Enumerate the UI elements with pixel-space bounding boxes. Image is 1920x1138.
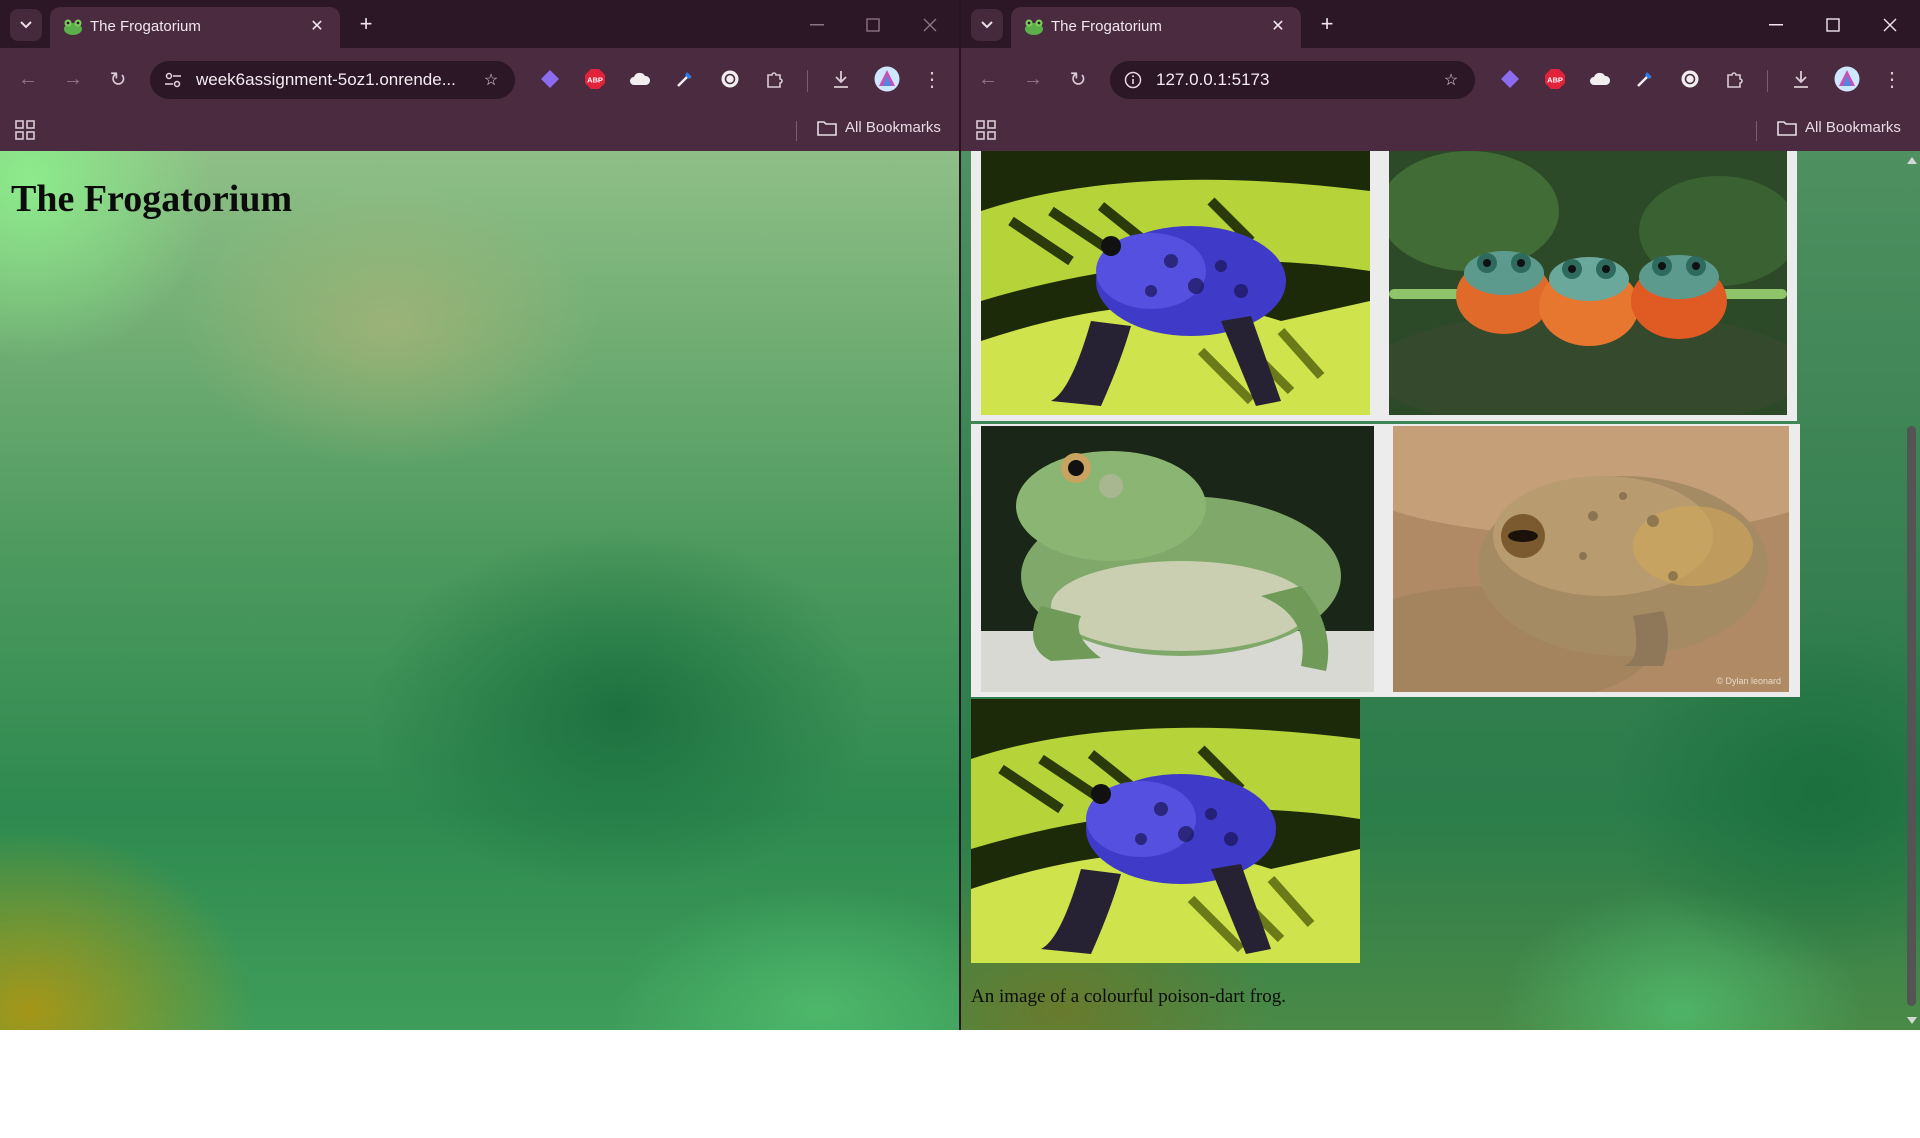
gallery-image-green-tree-frog[interactable] <box>981 426 1374 692</box>
all-bookmarks-button[interactable]: All Bookmarks <box>817 119 941 136</box>
address-bar[interactable]: week6assignment-5oz1.onrende... ☆ <box>150 61 515 99</box>
folder-icon <box>1777 120 1797 136</box>
folder-icon <box>817 120 837 136</box>
menu-kebab-icon[interactable]: ⋮ <box>1876 63 1908 95</box>
tab-search-button[interactable] <box>971 9 1003 41</box>
apps-grid-icon[interactable] <box>975 119 997 141</box>
address-bar[interactable]: 127.0.0.1:5173 ☆ <box>1110 61 1475 99</box>
bookmark-star-icon[interactable]: ☆ <box>479 68 503 92</box>
navigation-toolbar: ← → ↻ week6assignment-5oz1.onrende... ☆ … <box>0 48 960 110</box>
tab-search-button[interactable] <box>10 9 42 41</box>
tab-frogatorium[interactable]: The Frogatorium ✕ <box>1011 7 1301 48</box>
circle-icon[interactable] <box>717 66 743 92</box>
cloud-icon[interactable] <box>627 66 653 92</box>
minimize-icon[interactable] <box>1756 10 1796 40</box>
all-bookmarks-label: All Bookmarks <box>845 119 941 136</box>
navigation-toolbar: ← → ↻ 127.0.0.1:5173 ☆ ABP ⋮ <box>961 48 1920 110</box>
eyedropper-icon[interactable] <box>672 66 698 92</box>
puzzle-icon[interactable] <box>762 66 788 92</box>
diamond-icon[interactable] <box>537 66 563 92</box>
page-background <box>0 151 960 1030</box>
reload-icon[interactable]: ↻ <box>102 63 134 95</box>
new-tab-button[interactable]: + <box>353 12 379 38</box>
gallery-image-poison-dart-frog[interactable] <box>981 151 1370 415</box>
all-bookmarks-button[interactable]: All Bookmarks <box>1777 119 1901 136</box>
url-text: week6assignment-5oz1.onrende... <box>196 70 456 89</box>
adblock-label: ABP <box>1547 76 1563 85</box>
close-tab-icon[interactable]: ✕ <box>1267 15 1289 37</box>
avatar[interactable] <box>1834 66 1860 92</box>
all-bookmarks-label: All Bookmarks <box>1805 119 1901 136</box>
bookmarks-bar: All Bookmarks <box>0 110 960 151</box>
maximize-icon[interactable] <box>853 10 893 40</box>
scrollbar-thumb[interactable] <box>1907 426 1916 1006</box>
forward-arrow-icon[interactable]: → <box>57 63 89 95</box>
eyedropper-icon[interactable] <box>1632 66 1658 92</box>
close-tab-icon[interactable]: ✕ <box>306 15 328 37</box>
tab-title: The Frogatorium <box>90 18 201 35</box>
chevron-down-icon <box>981 21 993 29</box>
avatar[interactable] <box>874 66 900 92</box>
diamond-icon[interactable] <box>1497 66 1523 92</box>
chevron-down-icon <box>20 21 32 29</box>
minimize-icon[interactable] <box>797 10 837 40</box>
toolbar-separator <box>1767 70 1768 92</box>
menu-kebab-icon[interactable]: ⋮ <box>916 63 948 95</box>
circle-icon[interactable] <box>1677 66 1703 92</box>
apps-grid-icon[interactable] <box>14 119 36 141</box>
scroll-up-arrow-icon[interactable] <box>1906 155 1917 165</box>
image-caption: An image of a colourful poison-dart frog… <box>971 986 1286 1007</box>
page-title: The Frogatorium <box>11 178 293 220</box>
download-icon[interactable] <box>828 66 854 92</box>
bookmarks-separator <box>1756 121 1757 141</box>
photo-watermark: © Dylan leonard <box>1716 676 1781 686</box>
page-viewport: The Frogatorium <box>0 151 960 1030</box>
browser-window-right: The Frogatorium ✕ + ← → ↻ 127.0.0.1:5173… <box>961 0 1920 1030</box>
frog-favicon-icon <box>64 19 82 35</box>
tab-title: The Frogatorium <box>1051 18 1162 35</box>
maximize-icon[interactable] <box>1813 10 1853 40</box>
tab-frogatorium[interactable]: The Frogatorium ✕ <box>50 7 340 48</box>
new-tab-button[interactable]: + <box>1314 12 1340 38</box>
gallery-image-flying-frogs[interactable] <box>1389 151 1787 415</box>
adblock-icon[interactable]: ABP <box>1542 66 1568 92</box>
back-arrow-icon[interactable]: ← <box>12 63 44 95</box>
tab-strip: The Frogatorium ✕ + <box>961 0 1920 48</box>
browser-window-left: The Frogatorium ✕ + ← → ↻ week6assignmen… <box>0 0 960 1030</box>
close-window-icon[interactable] <box>910 10 950 40</box>
adblock-label: ABP <box>587 76 603 85</box>
page-viewport: © Dylan leonard An image of a colourful … <box>961 151 1920 1030</box>
toolbar-separator <box>807 70 808 92</box>
scroll-down-arrow-icon[interactable] <box>1906 1015 1917 1025</box>
back-arrow-icon[interactable]: ← <box>972 63 1004 95</box>
cloud-icon[interactable] <box>1587 66 1613 92</box>
bookmark-star-icon[interactable]: ☆ <box>1439 68 1463 92</box>
close-window-icon[interactable] <box>1870 10 1910 40</box>
reload-icon[interactable]: ↻ <box>1062 63 1094 95</box>
tab-strip: The Frogatorium ✕ + <box>0 0 960 48</box>
url-text: 127.0.0.1:5173 <box>1156 70 1270 89</box>
browser-chrome: The Frogatorium ✕ + ← → ↻ week6assignmen… <box>0 0 960 151</box>
gallery-image-desert-rain-frog[interactable]: © Dylan leonard <box>1393 426 1789 692</box>
vertical-scrollbar[interactable] <box>1903 151 1920 1030</box>
adblock-icon[interactable]: ABP <box>582 66 608 92</box>
puzzle-icon[interactable] <box>1722 66 1748 92</box>
frog-favicon-icon <box>1025 19 1043 35</box>
bookmarks-bar: All Bookmarks <box>961 110 1920 151</box>
forward-arrow-icon[interactable]: → <box>1017 63 1049 95</box>
browser-chrome: The Frogatorium ✕ + ← → ↻ 127.0.0.1:5173… <box>961 0 1920 151</box>
info-icon[interactable] <box>1122 69 1144 91</box>
gallery-image-poison-dart-frog[interactable] <box>971 699 1360 963</box>
bookmarks-separator <box>796 121 797 141</box>
site-settings-icon[interactable] <box>162 69 184 91</box>
download-icon[interactable] <box>1788 66 1814 92</box>
